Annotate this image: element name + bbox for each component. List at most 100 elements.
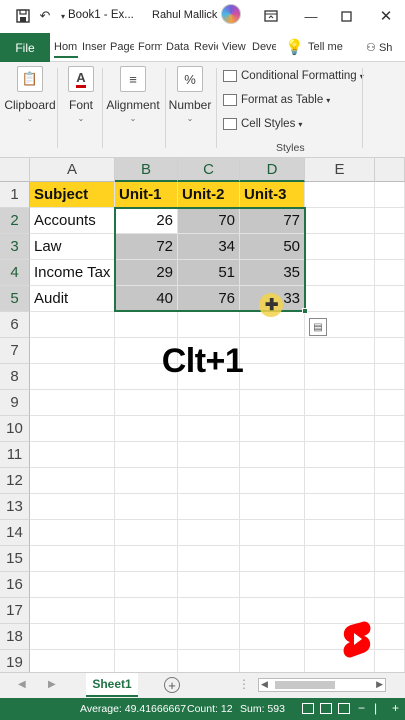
tab-formulas[interactable]: Form (138, 41, 162, 53)
zoom-in-icon[interactable]: + (392, 701, 399, 715)
cell-d16[interactable] (240, 572, 305, 598)
user-name[interactable]: Rahul Mallick (152, 9, 217, 21)
cell-d15[interactable] (240, 546, 305, 572)
tab-split-icon[interactable]: ⋮ (238, 677, 250, 691)
zoom-slider-icon[interactable]: | (374, 701, 377, 715)
cell-d13[interactable] (240, 494, 305, 520)
cell-a15[interactable] (30, 546, 115, 572)
cell-a13[interactable] (30, 494, 115, 520)
cell-b10[interactable] (115, 416, 178, 442)
scroll-left-icon[interactable]: ◀ (261, 679, 268, 690)
sheet-tab-sheet1[interactable]: Sheet1 (86, 673, 138, 697)
row-header-10[interactable]: 10 (0, 416, 30, 442)
cell-f5[interactable] (375, 286, 405, 312)
zoom-out-icon[interactable]: − (358, 701, 365, 715)
font-group[interactable]: A Font ⌄ (64, 66, 98, 123)
cell-b4[interactable]: 29 (115, 260, 178, 286)
clipboard-group[interactable]: 📋 Clipboard ⌄ (4, 66, 56, 123)
alignment-group[interactable]: ≡ Alignment ⌄ (106, 66, 160, 123)
close-icon[interactable]: ✕ (377, 7, 395, 25)
tab-view[interactable]: View (222, 41, 248, 53)
cell-d17[interactable] (240, 598, 305, 624)
cell-b12[interactable] (115, 468, 178, 494)
row-header-13[interactable]: 13 (0, 494, 30, 520)
cell-a4[interactable]: Income Tax (30, 260, 115, 286)
lightbulb-icon[interactable]: 💡 (285, 38, 304, 56)
cell-e13[interactable] (305, 494, 375, 520)
row-header-2[interactable]: 2 (0, 208, 30, 234)
cell-b1[interactable]: Unit-1 (115, 182, 178, 208)
row-header-11[interactable]: 11 (0, 442, 30, 468)
tab-home[interactable]: Hom (54, 41, 78, 58)
horizontal-scrollbar[interactable]: ◀ ▶ (258, 678, 386, 692)
cell-f14[interactable] (375, 520, 405, 546)
cell-a18[interactable] (30, 624, 115, 650)
cell-d2[interactable]: 77 (240, 208, 305, 234)
cell-e4[interactable] (305, 260, 375, 286)
row-header-16[interactable]: 16 (0, 572, 30, 598)
format-as-table-button[interactable]: Format as Table ▾ (223, 94, 330, 106)
cell-c12[interactable] (178, 468, 240, 494)
cell-d3[interactable]: 50 (240, 234, 305, 260)
tab-insert[interactable]: Inser (82, 41, 106, 53)
cell-e14[interactable] (305, 520, 375, 546)
cell-f4[interactable] (375, 260, 405, 286)
select-all-corner[interactable] (0, 158, 30, 182)
cell-b15[interactable] (115, 546, 178, 572)
cell-b6[interactable] (115, 312, 178, 338)
cell-e9[interactable] (305, 390, 375, 416)
cell-c9[interactable] (178, 390, 240, 416)
cell-a5[interactable]: Audit (30, 286, 115, 312)
row-header-12[interactable]: 12 (0, 468, 30, 494)
column-header-d[interactable]: D (240, 158, 305, 182)
cell-f18[interactable] (375, 624, 405, 650)
share-button[interactable]: ⚇ Sh (366, 41, 392, 54)
cell-c15[interactable] (178, 546, 240, 572)
cell-c13[interactable] (178, 494, 240, 520)
cell-a3[interactable]: Law (30, 234, 115, 260)
column-header-a[interactable]: A (30, 158, 115, 182)
page-break-view-icon[interactable] (338, 703, 350, 714)
restore-icon[interactable] (337, 7, 355, 25)
row-header-6[interactable]: 6 (0, 312, 30, 338)
cell-styles-button[interactable]: Cell Styles ▾ (223, 118, 302, 130)
next-sheet-icon[interactable]: ▶ (48, 679, 56, 690)
cell-a14[interactable] (30, 520, 115, 546)
cell-a10[interactable] (30, 416, 115, 442)
cell-e11[interactable] (305, 442, 375, 468)
column-header-e[interactable]: E (305, 158, 375, 182)
cell-b9[interactable] (115, 390, 178, 416)
cell-e12[interactable] (305, 468, 375, 494)
row-header-18[interactable]: 18 (0, 624, 30, 650)
cell-c6[interactable] (178, 312, 240, 338)
cell-f1[interactable] (375, 182, 405, 208)
cell-e3[interactable] (305, 234, 375, 260)
cell-e16[interactable] (305, 572, 375, 598)
cell-f6[interactable] (375, 312, 405, 338)
cell-c1[interactable]: Unit-2 (178, 182, 240, 208)
cell-e10[interactable] (305, 416, 375, 442)
scroll-thumb[interactable] (275, 681, 335, 689)
cell-d11[interactable] (240, 442, 305, 468)
column-header-f[interactable] (375, 158, 405, 182)
cell-d10[interactable] (240, 416, 305, 442)
cell-b2[interactable]: 26 (115, 208, 178, 234)
cell-e15[interactable] (305, 546, 375, 572)
cell-d1[interactable]: Unit-3 (240, 182, 305, 208)
cell-b14[interactable] (115, 520, 178, 546)
cell-d12[interactable] (240, 468, 305, 494)
row-header-14[interactable]: 14 (0, 520, 30, 546)
row-header-9[interactable]: 9 (0, 390, 30, 416)
column-header-c[interactable]: C (178, 158, 240, 182)
cell-a2[interactable]: Accounts (30, 208, 115, 234)
row-header-3[interactable]: 3 (0, 234, 30, 260)
cell-a17[interactable] (30, 598, 115, 624)
tab-developer[interactable]: Deve (252, 41, 276, 53)
cell-f3[interactable] (375, 234, 405, 260)
cell-c17[interactable] (178, 598, 240, 624)
tab-page-layout[interactable]: Page (110, 41, 134, 53)
tab-review[interactable]: Revie (194, 41, 218, 53)
page-layout-view-icon[interactable] (320, 703, 332, 714)
conditional-formatting-button[interactable]: Conditional Formatting ▾ (223, 70, 364, 82)
cell-c16[interactable] (178, 572, 240, 598)
